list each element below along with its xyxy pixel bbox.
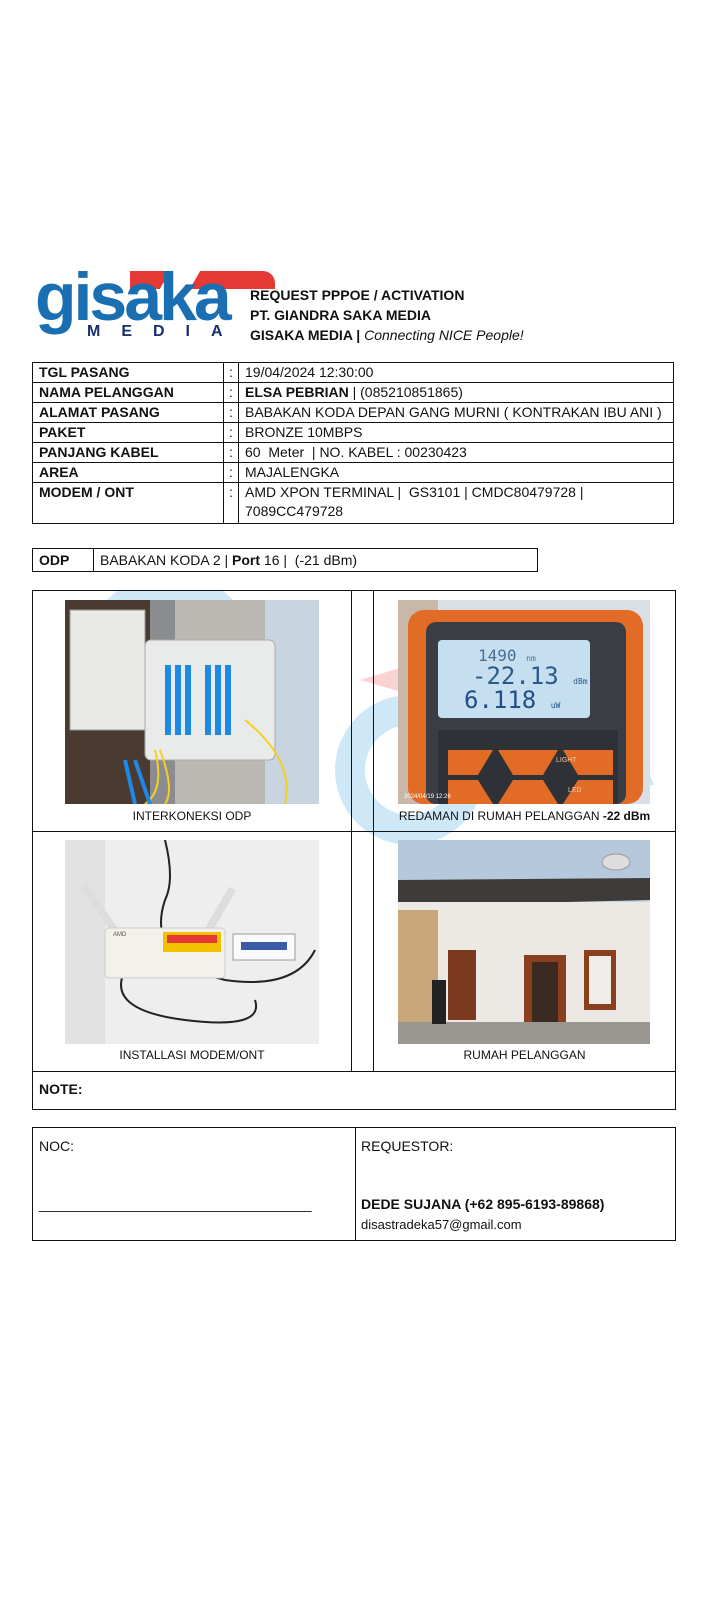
meter-uw-reading: 6.118 xyxy=(464,686,537,714)
caption-redaman: REDAMAN DI RUMAH PELANGGAN -22 dBm xyxy=(398,809,651,823)
photo-timestamp: 2024/04/19 12:26 xyxy=(404,794,451,800)
caption-installasi-modem: INSTALLASI MODEM/ONT xyxy=(119,1048,265,1062)
document-header: REQUEST PPPOE / ACTIVATION PT. GIANDRA S… xyxy=(250,285,524,345)
info-row-modem-ont: MODEM / ONT: AMD XPON TERMINAL | GS3101 … xyxy=(32,482,674,524)
gisaka-logo: gisaka MEDIA xyxy=(35,262,275,348)
requestor-name: DEDE SUJANA (+62 895-6193-89868) xyxy=(361,1196,605,1212)
photo-customer-house xyxy=(398,840,650,1044)
photo-power-meter: 1490 nm -22.13 dBm 6.118 uW LIGHT LED 20… xyxy=(398,600,650,804)
photo-grid: INTERKONEKSI ODP 1490 nm -22.13 dBm 6.11… xyxy=(32,590,676,1110)
info-row-area: AREA: MAJALENGKA xyxy=(32,462,674,483)
noc-signature-line: ___________________________________ xyxy=(39,1196,312,1212)
company-name: PT. GIANDRA SAKA MEDIA xyxy=(250,307,431,323)
note-label: NOTE: xyxy=(39,1081,83,1097)
requestor-email: disastradeka57@gmail.com xyxy=(361,1217,522,1232)
noc-label: NOC: xyxy=(39,1138,74,1154)
odp-label: ODP xyxy=(33,549,94,571)
caption-interkoneksi-odp: INTERKONEKSI ODP xyxy=(132,809,252,823)
doc-title: REQUEST PPPOE / ACTIVATION xyxy=(250,287,465,303)
odp-box: ODP BABAKAN KODA 2 | Port 16 | (-21 dBm) xyxy=(32,548,538,572)
signature-box: NOC: ___________________________________… xyxy=(32,1127,676,1241)
info-row-paket: PAKET: BRONZE 10MBPS xyxy=(32,422,674,443)
info-row-tgl-pasang: TGL PASANG: 19/04/2024 12:30:00 xyxy=(32,362,674,383)
info-row-alamat-pasang: ALAMAT PASANG: BABAKAN KODA DEPAN GANG M… xyxy=(32,402,674,423)
installation-info-table: TGL PASANG: 19/04/2024 12:30:00 NAMA PEL… xyxy=(32,362,674,524)
caption-rumah-pelanggan: RUMAH PELANGGAN xyxy=(463,1048,586,1062)
odp-value: BABAKAN KODA 2 | Port 16 | (-21 dBm) xyxy=(100,552,358,568)
photo-odp-interconnect xyxy=(65,600,319,804)
modem-brand-label: AMD xyxy=(113,932,127,938)
info-row-panjang-kabel: PANJANG KABEL: 60 Meter | NO. KABEL : 00… xyxy=(32,442,674,463)
info-row-nama-pelanggan: NAMA PELANGGAN: ELSA PEBRIAN | (08521085… xyxy=(32,382,674,403)
tagline: GISAKA MEDIA | Connecting NICE People! xyxy=(250,327,524,343)
photo-modem-installation: AMD xyxy=(65,840,319,1044)
requestor-label: REQUESTOR: xyxy=(361,1138,454,1154)
